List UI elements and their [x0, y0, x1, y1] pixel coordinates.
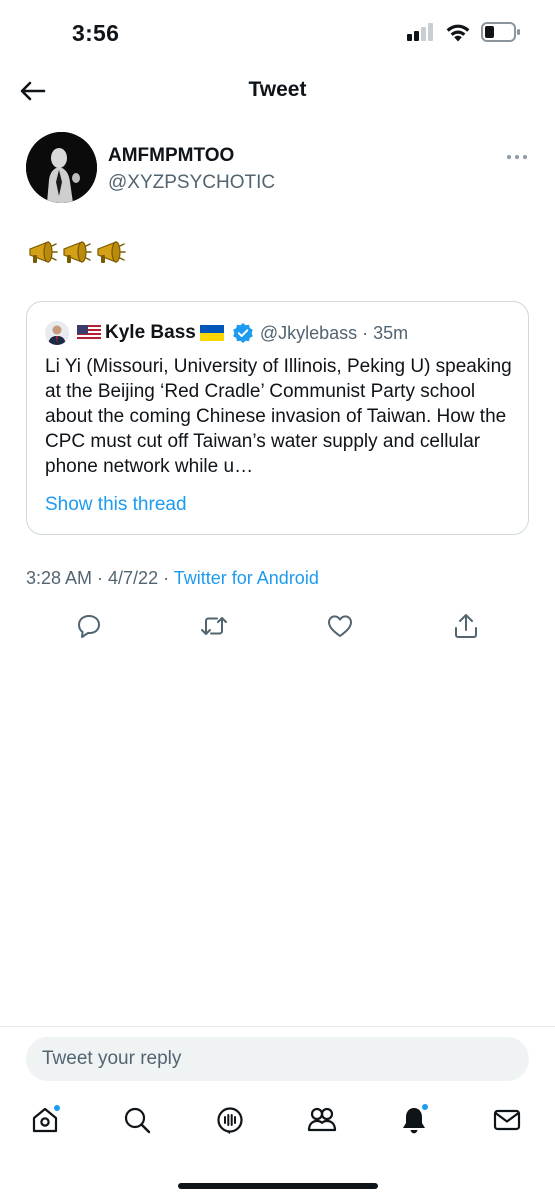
home-notification-dot — [53, 1104, 61, 1112]
tweet-body — [28, 240, 126, 266]
retweet-button[interactable] — [199, 612, 227, 640]
megaphone-icon — [97, 241, 126, 263]
spaces-icon — [217, 1107, 243, 1134]
reply-divider — [0, 1026, 555, 1027]
reply-icon — [78, 615, 100, 638]
ukraine-flag-icon — [199, 325, 224, 341]
status-icons — [407, 22, 521, 42]
share-icon — [455, 614, 477, 638]
quote-avatar-image — [45, 321, 69, 345]
us-flag-icon — [77, 325, 101, 341]
nav-spaces[interactable] — [210, 1100, 250, 1140]
mail-icon — [493, 1109, 521, 1131]
bottom-nav — [0, 1100, 555, 1150]
communities-icon — [307, 1107, 337, 1132]
search-icon — [124, 1107, 151, 1134]
tweet-actions — [0, 612, 555, 642]
heart-icon — [328, 615, 352, 637]
more-dots-icon — [507, 155, 527, 159]
nav-search[interactable] — [117, 1100, 157, 1140]
megaphone-icon — [63, 241, 92, 263]
share-button[interactable] — [452, 612, 480, 640]
cellular-signal-icon — [407, 23, 433, 41]
timestamp-text: 3:28 AM · 4/7/22 · — [26, 568, 174, 588]
author-name[interactable]: AMFMPMTOO — [108, 145, 234, 167]
reply-button[interactable] — [75, 612, 103, 640]
author-handle[interactable]: @XYZPSYCHOTIC — [108, 172, 275, 194]
status-bar: 3:56 — [0, 0, 555, 66]
tweet-timestamp: 3:28 AM · 4/7/22 · Twitter for Android — [26, 568, 319, 589]
quote-text: Li Yi (Missouri, University of Illinois,… — [45, 356, 512, 477]
megaphone-icon — [29, 241, 58, 263]
author-avatar[interactable] — [26, 132, 97, 203]
like-button[interactable] — [326, 612, 354, 640]
battery-icon — [481, 22, 520, 42]
verified-badge-icon — [233, 323, 253, 343]
more-options-button[interactable] — [505, 150, 529, 162]
wifi-icon — [446, 24, 470, 41]
tweet-source-link[interactable]: Twitter for Android — [174, 568, 319, 588]
nav-communities[interactable] — [302, 1100, 342, 1140]
header: Tweet — [0, 66, 555, 116]
status-time: 3:56 — [72, 20, 120, 46]
nav-messages[interactable] — [487, 1100, 527, 1140]
quote-tweet-card[interactable]: Kyle Bass @Jkylebass · 35m Li Yi (Missou… — [26, 301, 529, 535]
nav-home[interactable] — [25, 1100, 65, 1140]
quote-header: Kyle Bass @Jkylebass · 35m — [45, 320, 408, 346]
notifications-dot — [421, 1103, 429, 1111]
reply-input[interactable] — [26, 1037, 529, 1081]
home-indicator — [178, 1183, 378, 1189]
show-thread-link[interactable]: Show this thread — [45, 494, 187, 516]
retweet-icon — [201, 617, 227, 635]
quote-avatar — [45, 321, 69, 345]
nav-notifications[interactable] — [394, 1100, 434, 1140]
page-title: Tweet — [248, 78, 307, 101]
quote-author-handle: @Jkylebass · 35m — [259, 322, 409, 343]
quote-author-name: Kyle Bass — [105, 322, 196, 343]
avatar-image — [26, 132, 97, 203]
